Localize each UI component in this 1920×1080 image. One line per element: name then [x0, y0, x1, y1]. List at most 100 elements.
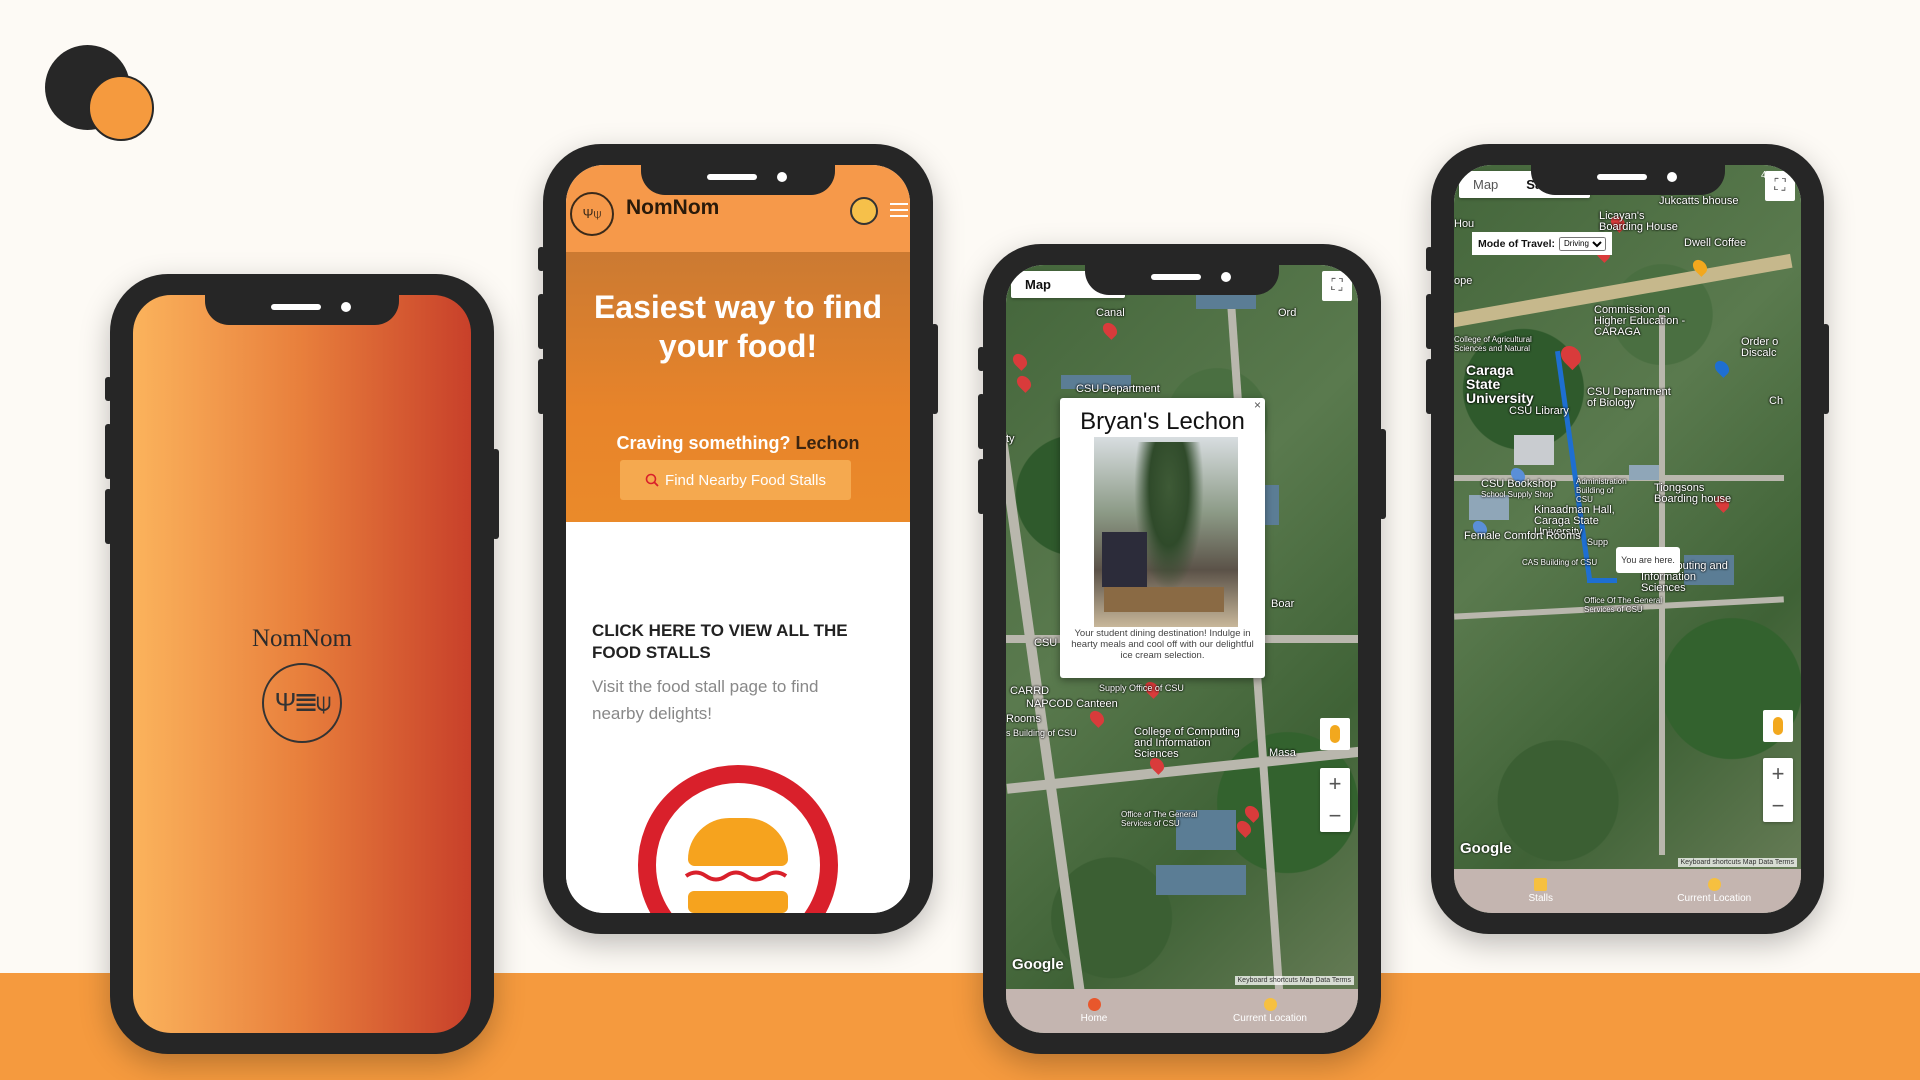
nav-current-location-label: Current Location [1233, 1013, 1307, 1024]
map-label-rooms: Rooms [1006, 713, 1041, 725]
home-screen: Ψ⍦ NomNom Easiest way to find your food!… [566, 165, 910, 913]
nomnom-logo-icon: Ψ𝌆⍦ [262, 663, 342, 743]
map-label-ch: Ch [1769, 395, 1784, 407]
map-toggle-map[interactable]: Map [1011, 271, 1065, 298]
hero-heading: Easiest way to find your food! [593, 289, 883, 364]
nav-home-label: Home [1080, 1013, 1108, 1024]
map-label-library: CSU Library [1509, 405, 1569, 417]
search-icon [645, 473, 659, 487]
zoom-control: + − [1320, 768, 1350, 832]
nav-current-location[interactable]: Current Location [1182, 989, 1358, 1033]
phone-notch [205, 295, 399, 325]
zoom-in-button[interactable]: + [1320, 768, 1350, 800]
mode-of-travel-label: Mode of Travel: [1478, 237, 1556, 250]
craving-item: Lechon [795, 433, 860, 453]
phone-map-popup: Canal CSU Department CARRD NAPCOD Cantee… [978, 244, 1386, 1054]
street-view-pegman-icon[interactable] [1320, 718, 1350, 750]
map-label-ord: Ord [1278, 307, 1297, 319]
stalls-icon [1534, 878, 1548, 891]
nav-stalls-label: Stalls [1528, 893, 1553, 904]
map-label-csu: CSU [1034, 637, 1058, 649]
map-label-jukcatts: Jukcatts bhouse [1659, 195, 1739, 207]
map-label-dwell: Dwell Coffee [1684, 237, 1747, 249]
nav-stalls[interactable]: Stalls [1454, 869, 1628, 913]
close-icon[interactable]: × [1254, 398, 1261, 412]
splash-app-name: NomNom [252, 625, 352, 652]
phone-home: Ψ⍦ NomNom Easiest way to find your food!… [538, 144, 938, 934]
map-label-bookshop: CSU Bookshop [1481, 478, 1557, 490]
mode-of-travel: Mode of Travel: Driving [1472, 232, 1613, 255]
zoom-control: + − [1763, 758, 1793, 822]
stall-popup-title: Bryan's Lechon [1080, 408, 1245, 435]
directions-screen: Jukcatts bhouse Licayan's Boarding House… [1454, 165, 1801, 913]
phone-splash: NomNom Ψ𝌆⍦ [105, 274, 499, 1054]
map-label-ty: ty [1006, 433, 1015, 445]
location-icon [1263, 998, 1277, 1011]
map-label-hou: Hou [1454, 218, 1475, 230]
user-avatar-icon[interactable] [850, 197, 878, 225]
craving-text: Craving something? Lechon [566, 433, 910, 454]
splash-screen: NomNom Ψ𝌆⍦ [133, 295, 471, 1033]
map-label-napcod: NAPCOD Canteen [1026, 698, 1118, 710]
bottom-nav: Stalls Current Location [1454, 869, 1801, 913]
map-label-female: Female Comfort Rooms [1464, 530, 1581, 542]
map-label-commission: Commission on Higher Education - CARAGA [1594, 304, 1686, 338]
nav-current-location[interactable]: Current Location [1628, 869, 1802, 913]
status-time: 4:35 [1474, 170, 1494, 181]
zoom-in-button[interactable]: + [1763, 758, 1793, 790]
map-label-csu-bio: CSU Department of Biology [1587, 386, 1671, 409]
mode-of-travel-select[interactable]: Driving [1559, 236, 1607, 251]
craving-prefix: Craving something? [616, 433, 791, 453]
map-label-canal: Canal [1096, 307, 1125, 319]
google-logo: Google [1460, 840, 1512, 857]
card-text: Visit the food stall page to find nearby… [592, 677, 819, 723]
app-brand: NomNom [626, 196, 720, 219]
status-battery: 44% [1760, 170, 1781, 181]
find-nearby-stalls-button[interactable]: Find Nearby Food Stalls [620, 460, 851, 500]
home-icon [1087, 998, 1101, 1011]
map-label-office-general: Office Of The General Services of CSU [1584, 596, 1662, 614]
map-label-admin: Administration Building of CSU [1576, 477, 1627, 504]
map-label-carrd: CARRD [1010, 685, 1050, 697]
hamburger-menu-icon[interactable] [890, 203, 908, 217]
nomnom-logo-icon[interactable]: Ψ⍦ [570, 192, 614, 236]
map-label-masa: Masa [1269, 747, 1296, 759]
phone-map-directions: Jukcatts bhouse Licayan's Boarding House… [1426, 144, 1829, 934]
map-attribution[interactable]: Keyboard shortcuts Map Data Terms [1234, 976, 1354, 985]
brand-logo-orange-circle [88, 75, 154, 141]
street-view-pegman-icon[interactable] [1763, 710, 1793, 742]
map-label-building: s Building of CSU [1006, 728, 1077, 738]
map-label-office-general: Office of The General Services of CSU [1121, 810, 1198, 828]
phone-notch [641, 165, 835, 195]
map-label-csu-dept: CSU Department [1076, 383, 1160, 395]
zoom-out-button[interactable]: − [1763, 790, 1793, 822]
stall-popup: Bryan's Lechon × Your student dining des… [1060, 398, 1265, 678]
nav-home[interactable]: Home [1006, 989, 1182, 1033]
phone-notch [1085, 265, 1279, 295]
view-stalls-card[interactable]: CLICK HERE TO VIEW ALL THE FOOD STALLS V… [566, 595, 910, 913]
stall-photo [1094, 437, 1238, 627]
bottom-nav: Home Current Location [1006, 989, 1358, 1033]
stall-popup-description: Your student dining destination! Indulge… [1071, 628, 1254, 661]
map-label-supply: Supply Office of CSU [1099, 683, 1184, 693]
nav-current-location-label: Current Location [1677, 893, 1752, 904]
location-icon [1707, 878, 1721, 891]
phone-notch [1530, 165, 1725, 195]
you-are-here-tooltip: You are here. [1616, 547, 1680, 573]
hero-section: Easiest way to find your food! Craving s… [566, 252, 910, 522]
satellite-map[interactable]: Jukcatts bhouse Licayan's Boarding House… [1454, 165, 1801, 913]
map-label-caraga: Caraga State University [1466, 362, 1534, 406]
map-screen: Canal CSU Department CARRD NAPCOD Cantee… [1006, 265, 1358, 1033]
map-label-school-supply: School Supply Shop [1481, 490, 1554, 499]
map-label-boar: Boar [1271, 598, 1295, 610]
map-label-supp: Supp [1587, 537, 1609, 547]
burger-icon [638, 765, 838, 913]
zoom-out-button[interactable]: − [1320, 800, 1350, 832]
fullscreen-icon[interactable]: ⛶ [1322, 271, 1352, 301]
map-label-order: Order o Discalc [1741, 336, 1779, 359]
find-nearby-stalls-label: Find Nearby Food Stalls [665, 471, 826, 489]
google-logo: Google [1012, 956, 1064, 973]
map-label-licayan: Licayan's Boarding House [1599, 210, 1678, 233]
card-title: CLICK HERE TO VIEW ALL THE FOOD STALLS [592, 621, 848, 662]
map-attribution[interactable]: Keyboard shortcuts Map Data Terms [1677, 858, 1797, 867]
